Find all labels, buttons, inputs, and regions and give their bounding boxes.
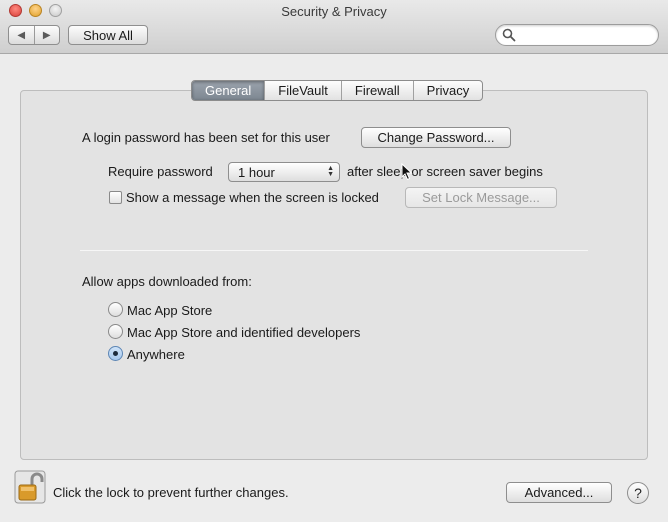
after-sleep-text: after sleep or screen saver begins [347, 164, 543, 179]
advanced-button[interactable]: Advanced... [506, 482, 612, 503]
mouse-cursor-icon [401, 163, 413, 181]
title-bar: Security & Privacy ◀ ▶ Show All [0, 0, 668, 54]
back-button[interactable]: ◀ [9, 26, 34, 44]
require-password-popup[interactable]: 1 hour ▲ ▼ [228, 162, 340, 182]
radio-label-anywhere[interactable]: Anywhere [127, 347, 185, 362]
back-forward-control: ◀ ▶ [8, 25, 60, 45]
show-message-label[interactable]: Show a message when the screen is locked [126, 190, 379, 205]
window-title: Security & Privacy [281, 4, 387, 19]
show-all-button[interactable]: Show All [68, 25, 148, 45]
chevron-left-icon: ◀ [17, 29, 26, 41]
tab-firewall[interactable]: Firewall [340, 81, 413, 100]
change-password-button[interactable]: Change Password... [361, 127, 511, 148]
radio-identified-developers[interactable] [108, 324, 123, 339]
radio-anywhere[interactable] [108, 346, 123, 361]
search-icon [502, 28, 516, 42]
search-field[interactable] [495, 24, 659, 46]
unlocked-padlock-icon[interactable] [14, 470, 46, 504]
security-privacy-window: Security & Privacy ◀ ▶ Show All General … [0, 0, 668, 522]
chevron-right-icon: ▶ [42, 29, 51, 41]
show-message-checkbox[interactable] [109, 191, 122, 204]
radio-label-identified-developers[interactable]: Mac App Store and identified developers [127, 325, 360, 340]
popup-arrows-icon: ▲ ▼ [327, 165, 334, 178]
lock-text: Click the lock to prevent further change… [53, 485, 289, 500]
radio-mac-app-store[interactable] [108, 302, 123, 317]
search-input[interactable] [518, 26, 654, 44]
set-lock-message-button[interactable]: Set Lock Message... [405, 187, 557, 208]
login-password-text: A login password has been set for this u… [82, 130, 330, 145]
tab-privacy[interactable]: Privacy [412, 81, 483, 100]
radio-label-mac-app-store[interactable]: Mac App Store [127, 303, 212, 318]
require-password-label: Require password [108, 164, 213, 179]
require-password-value: 1 hour [238, 165, 275, 180]
tab-general[interactable]: General [192, 81, 265, 100]
allow-apps-label: Allow apps downloaded from: [82, 274, 252, 289]
tab-bar: General FileVault Firewall Privacy [191, 80, 484, 101]
help-button[interactable]: ? [627, 482, 649, 504]
tab-filevault[interactable]: FileVault [264, 81, 341, 100]
forward-button[interactable]: ▶ [33, 26, 60, 44]
section-separator [80, 250, 588, 251]
